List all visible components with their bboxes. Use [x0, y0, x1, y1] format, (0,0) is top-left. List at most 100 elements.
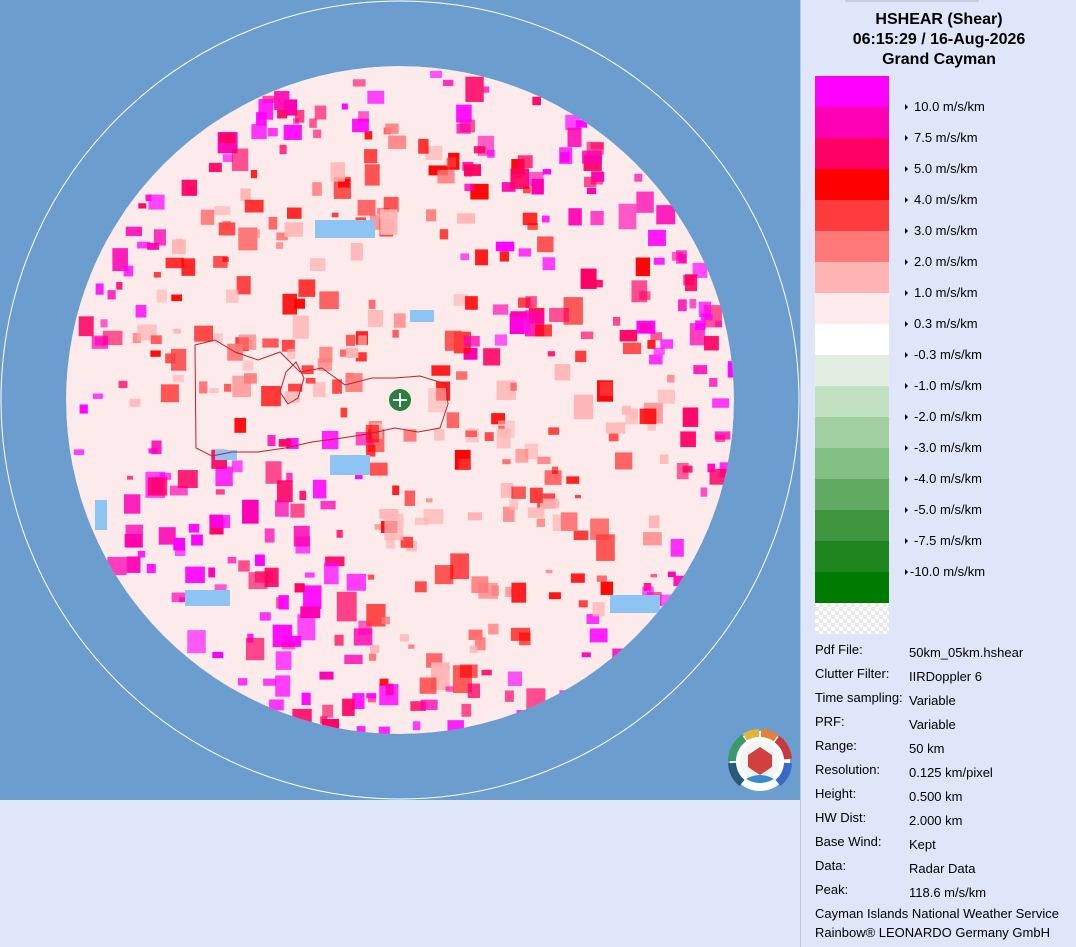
shear-echo	[304, 572, 315, 578]
shear-echo	[345, 347, 359, 359]
shear-echo	[352, 79, 366, 87]
shear-echo	[336, 591, 357, 622]
shear-echo	[499, 251, 510, 262]
shear-echo	[267, 435, 276, 447]
shear-echo	[420, 699, 438, 711]
shear-echo	[125, 524, 144, 548]
shear-echo	[541, 215, 550, 223]
shear-echo	[245, 637, 265, 661]
shear-echo	[242, 499, 259, 524]
shear-echo	[693, 365, 708, 375]
shear-echo	[547, 351, 555, 357]
shear-echo	[268, 216, 278, 230]
shear-echo	[510, 168, 530, 189]
shear-echo	[599, 381, 613, 396]
shear-echo	[450, 553, 469, 580]
shear-echo	[212, 651, 224, 659]
shear-echo	[566, 476, 580, 484]
legend-swatch	[815, 417, 889, 448]
shear-echo	[548, 427, 560, 435]
shear-echo	[554, 363, 571, 381]
shear-echo	[215, 466, 233, 487]
shear-echo	[345, 334, 356, 346]
shear-echo	[312, 479, 327, 499]
shear-echo	[613, 316, 621, 326]
shear-echo	[222, 154, 233, 162]
shear-echo	[358, 335, 367, 345]
shear-echo	[160, 384, 179, 403]
legend-swatch	[815, 293, 889, 324]
shear-echo	[511, 486, 526, 499]
shear-echo	[301, 692, 311, 706]
shear-echo	[439, 229, 449, 240]
shear-echo	[238, 227, 258, 251]
legend-swatch	[815, 169, 889, 200]
shear-echo	[148, 194, 165, 210]
shear-echo	[320, 716, 328, 724]
shear-echo	[657, 389, 675, 404]
legend-label: -5.0 m/s/km	[903, 503, 1013, 517]
shear-echo	[294, 583, 305, 593]
shear-echo	[264, 528, 275, 543]
legend-label: -2.0 m/s/km	[903, 410, 1013, 424]
shear-echo	[95, 500, 107, 530]
product-datetime: 06:15:29 / 16-Aug-2026	[852, 31, 1026, 48]
shear-echo	[126, 556, 141, 573]
legend-label: 7.5 m/s/km	[903, 131, 1013, 145]
legend-label: 2.0 m/s/km	[903, 255, 1013, 269]
shear-echo	[650, 574, 658, 578]
shear-echo	[292, 708, 312, 728]
shear-echo	[107, 290, 116, 300]
legend-swatch	[815, 541, 889, 572]
shear-echo	[244, 199, 264, 213]
product-header: HSHEAR (Shear) 06:15:29 / 16-Aug-2026 Gr…	[801, 10, 1076, 70]
shear-echo	[639, 408, 657, 425]
shear-echo	[309, 258, 326, 271]
shear-echo	[292, 315, 309, 339]
shear-echo	[444, 330, 462, 351]
info-row: Base Wind: Kept	[815, 834, 936, 852]
shear-echo	[704, 335, 719, 351]
shear-echo	[287, 348, 296, 359]
shear-echo	[334, 634, 344, 646]
shear-echo	[660, 339, 674, 349]
shear-echo	[446, 412, 460, 429]
legend-swatch	[815, 324, 889, 355]
shear-echo	[414, 517, 429, 526]
shear-echo	[358, 111, 369, 122]
shear-echo	[656, 205, 676, 225]
shear-echo	[392, 329, 399, 338]
shear-echo	[314, 105, 327, 120]
shear-echo	[341, 103, 348, 110]
shear-echo	[346, 573, 366, 591]
shear-echo	[350, 242, 363, 261]
shear-echo	[463, 335, 480, 347]
shear-echo	[526, 171, 544, 187]
legend-label: 1.0 m/s/km	[903, 286, 1013, 300]
shear-echo	[492, 304, 509, 315]
shear-echo	[147, 242, 159, 250]
shear-echo	[367, 574, 375, 580]
shear-echo	[276, 480, 293, 503]
shear-echo	[589, 628, 608, 643]
legend-swatch	[815, 76, 889, 107]
info-row: Data: Radar Data	[815, 858, 976, 876]
shear-echo	[218, 222, 236, 236]
shear-echo	[487, 149, 495, 158]
shear-echo	[465, 76, 484, 102]
info-panel: HSHEAR (Shear) 06:15:29 / 16-Aug-2026 Gr…	[800, 0, 1076, 947]
shear-echo	[682, 465, 693, 473]
legend-label: 10.0 m/s/km	[903, 100, 1013, 114]
shear-echo	[410, 310, 434, 322]
shear-echo	[94, 336, 108, 346]
shear-echo	[385, 683, 394, 696]
shear-echo	[194, 325, 214, 342]
shear-echo	[129, 398, 141, 407]
shear-echo	[457, 213, 475, 224]
shear-echo	[591, 171, 605, 182]
radar-map[interactable]	[0, 0, 800, 800]
info-row: Pdf File: 50km_05km.hshear	[815, 642, 1024, 660]
shear-echo	[324, 562, 339, 585]
shear-echo	[185, 566, 205, 584]
product-title: HSHEAR (Shear)	[875, 11, 1003, 28]
